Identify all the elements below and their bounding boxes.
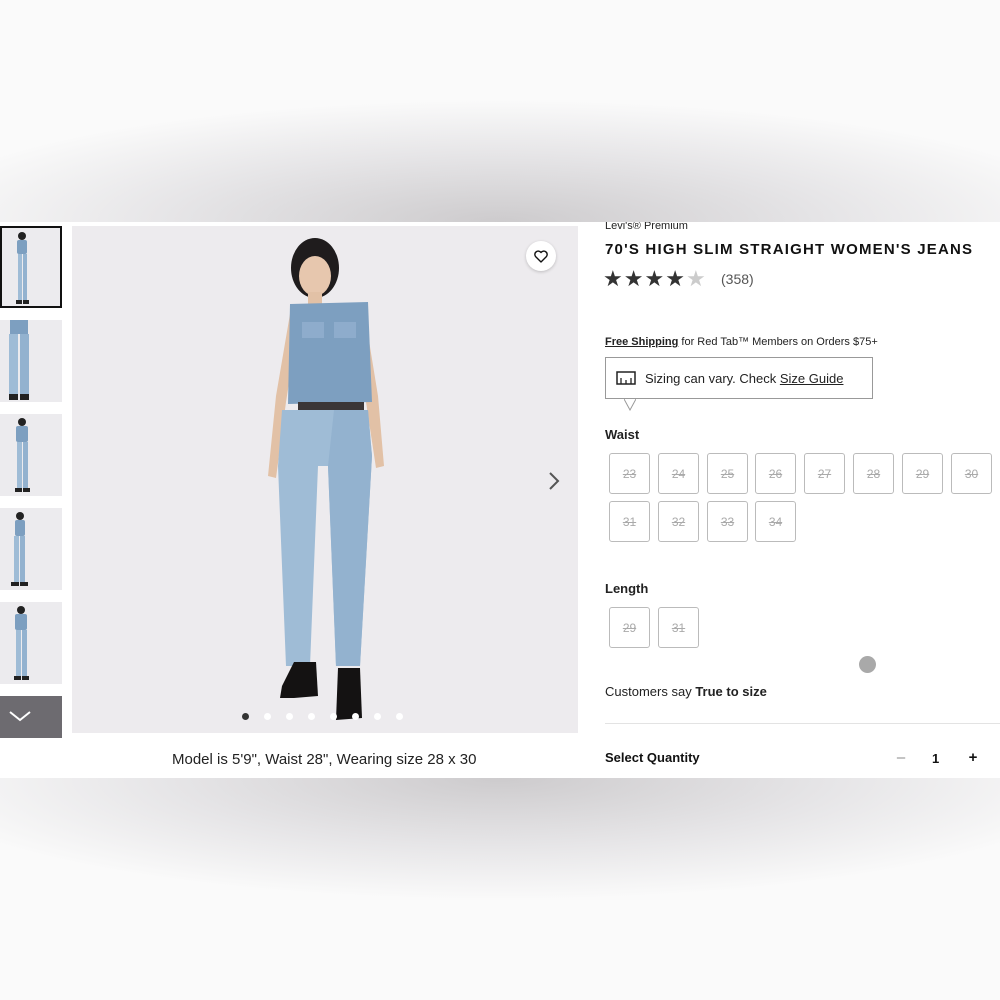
thumbnail-2[interactable]: [0, 320, 62, 402]
waist-size-30[interactable]: 30: [951, 453, 992, 494]
pagination-dot[interactable]: [330, 713, 337, 720]
star-filled-icon: ★: [623, 266, 644, 291]
quantity-increase-button[interactable]: +: [966, 749, 980, 766]
model-image: [14, 606, 29, 680]
waist-size-34[interactable]: 34: [755, 501, 796, 542]
model-image: [16, 232, 29, 304]
pagination-dot[interactable]: [396, 713, 403, 720]
sizing-note-text: Sizing can vary. Check Size Guide: [645, 371, 844, 386]
product-panel: Model is 5'9", Waist 28", Wearing size 2…: [0, 222, 1000, 778]
waist-size-31[interactable]: 31: [609, 501, 650, 542]
quantity-decrease-button[interactable]: –: [894, 749, 908, 766]
product-brand: Levi's® Premium: [605, 222, 688, 232]
length-label: Length: [605, 581, 649, 596]
waist-size-27[interactable]: 27: [804, 453, 845, 494]
waist-size-26[interactable]: 26: [755, 453, 796, 494]
waist-size-29[interactable]: 29: [902, 453, 943, 494]
waist-size-28[interactable]: 28: [853, 453, 894, 494]
product-title: 70'S HIGH SLIM STRAIGHT WOMEN'S JEANS: [605, 241, 974, 258]
star-filled-icon: ★: [665, 266, 685, 291]
waist-label: Waist: [605, 427, 640, 442]
fit-feedback: Customers say True to size: [605, 684, 767, 699]
free-shipping-link[interactable]: Free Shipping: [605, 336, 678, 348]
star-empty-icon: ★: [685, 266, 706, 291]
image-pagination-dots: [242, 713, 403, 720]
thumbnail-5[interactable]: [0, 602, 62, 684]
star-filled-icon: ★: [603, 266, 623, 291]
pagination-dot[interactable]: [308, 713, 315, 720]
next-image-button[interactable]: [544, 466, 564, 496]
pagination-dot[interactable]: [264, 713, 271, 720]
quantity-value: 1: [932, 751, 940, 766]
shipping-promo-text: for Red Tab™ Members on Orders $75+: [678, 336, 878, 348]
cursor-indicator: [859, 656, 876, 673]
shipping-promo: Free Shipping for Red Tab™ Members on Or…: [605, 336, 878, 348]
thumbnail-1[interactable]: [0, 226, 62, 308]
waist-size-33[interactable]: 33: [707, 501, 748, 542]
model-image: [11, 512, 28, 586]
rating-stars[interactable]: ★ ★ ★ ★ ★: [603, 266, 706, 292]
length-size-31[interactable]: 31: [658, 607, 699, 648]
heart-icon: [534, 249, 548, 263]
sizing-note: Sizing can vary. Check Size Guide: [605, 357, 873, 411]
waist-size-32[interactable]: 32: [658, 501, 699, 542]
waist-size-23[interactable]: 23: [609, 453, 650, 494]
review-count[interactable]: (358): [721, 271, 754, 287]
size-guide-link[interactable]: Size Guide: [780, 371, 844, 386]
pagination-dot[interactable]: [286, 713, 293, 720]
model-size-note: Model is 5'9", Waist 28", Wearing size 2…: [172, 751, 477, 768]
pagination-dot[interactable]: [352, 713, 359, 720]
quantity-label: Select Quantity: [605, 750, 700, 765]
pagination-dot[interactable]: [374, 713, 381, 720]
thumbnail-4[interactable]: [0, 508, 62, 590]
chevron-down-icon: [9, 711, 31, 722]
waist-size-25[interactable]: 25: [707, 453, 748, 494]
waist-size-24[interactable]: 24: [658, 453, 699, 494]
background-bottom: [0, 778, 1000, 1000]
chevron-right-icon: [549, 472, 560, 490]
favorite-button[interactable]: [526, 241, 556, 271]
background-top: [0, 0, 1000, 222]
pagination-dot[interactable]: [242, 713, 249, 720]
divider: [605, 723, 1000, 724]
model-image: [15, 418, 30, 492]
callout-tail: [624, 399, 636, 411]
star-filled-icon: ★: [644, 266, 665, 291]
main-product-image[interactable]: [72, 226, 578, 733]
fit-value: True to size: [695, 684, 767, 699]
more-thumbnails-button[interactable]: [0, 696, 62, 738]
ruler-icon: [616, 371, 636, 385]
model-image: [9, 320, 29, 400]
length-size-29[interactable]: 29: [609, 607, 650, 648]
thumbnail-3[interactable]: [0, 414, 62, 496]
model-photo: [268, 238, 384, 720]
